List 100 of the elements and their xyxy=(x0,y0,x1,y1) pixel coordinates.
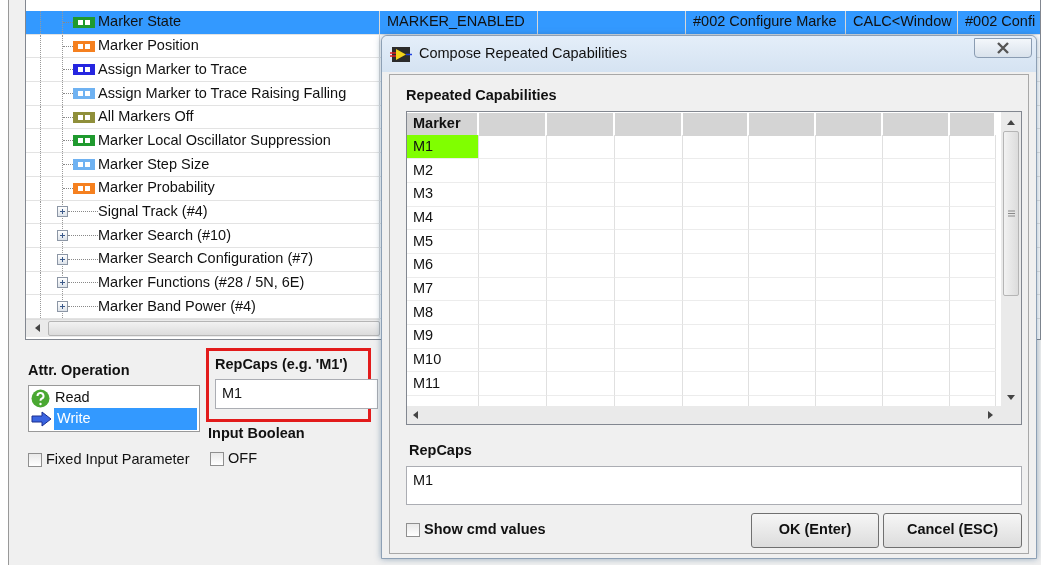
tree-row[interactable]: Signal Track (#4) xyxy=(26,200,380,224)
grid-cell[interactable]: M3 xyxy=(407,182,479,207)
grid-cell[interactable] xyxy=(479,230,547,254)
grid-cell[interactable] xyxy=(950,182,996,207)
grid-cell[interactable] xyxy=(883,348,950,373)
grid-cell[interactable] xyxy=(950,277,996,302)
grid-cell[interactable] xyxy=(950,159,996,183)
grid-cell[interactable]: M6 xyxy=(407,253,479,278)
grid-cell[interactable] xyxy=(615,324,683,349)
scroll-thumb[interactable] xyxy=(1003,130,1019,296)
grid-cell[interactable] xyxy=(883,159,950,183)
close-icon[interactable] xyxy=(996,42,1010,54)
grid-cell[interactable] xyxy=(749,159,816,183)
grid-cell[interactable] xyxy=(816,348,883,373)
grid-cell[interactable] xyxy=(950,230,996,254)
grid-cell[interactable] xyxy=(479,348,547,373)
grid-cell[interactable] xyxy=(749,301,816,325)
grid-cell[interactable] xyxy=(816,253,883,278)
grid-cell[interactable] xyxy=(547,135,615,160)
grid-cell[interactable] xyxy=(883,135,950,160)
tree-row[interactable]: Marker Functions (#28 / 5N, 6E) xyxy=(26,271,380,295)
grid-cell[interactable] xyxy=(683,301,749,325)
checkbox[interactable] xyxy=(210,452,224,467)
tree-row[interactable]: Assign Marker to Trace xyxy=(26,58,380,82)
grid-cell[interactable] xyxy=(883,206,950,231)
close-button[interactable] xyxy=(974,38,1032,58)
grid-cell[interactable] xyxy=(883,324,950,349)
grid-cell[interactable] xyxy=(479,206,547,231)
grid-cell[interactable] xyxy=(547,182,615,207)
scroll-right-icon[interactable] xyxy=(988,410,993,419)
grid-cell[interactable] xyxy=(816,324,883,349)
grid-cell[interactable] xyxy=(547,230,615,254)
grid-cell[interactable] xyxy=(950,372,996,396)
grid-cell[interactable] xyxy=(615,372,683,396)
grid-cell[interactable] xyxy=(479,277,547,302)
grid-cell[interactable] xyxy=(683,135,749,160)
grid-cell[interactable] xyxy=(479,253,547,278)
vertical-scrollbar[interactable] xyxy=(1001,111,1021,406)
scroll-up-icon[interactable] xyxy=(1007,119,1015,125)
expand-icon[interactable] xyxy=(57,277,68,289)
grid-cell[interactable] xyxy=(950,301,996,325)
grid-cell[interactable] xyxy=(479,301,547,325)
list-item[interactable]: Read xyxy=(52,387,197,410)
grid-cell[interactable] xyxy=(883,253,950,278)
grid-cell[interactable] xyxy=(479,159,547,183)
horizontal-scrollbar[interactable] xyxy=(407,405,1021,424)
grid-cell[interactable] xyxy=(547,348,615,373)
tree-row[interactable]: Marker Position xyxy=(26,34,380,58)
grid-cell[interactable] xyxy=(883,301,950,325)
scroll-left-icon[interactable] xyxy=(413,410,418,419)
scroll-left-icon[interactable] xyxy=(34,324,40,333)
grid-cell[interactable] xyxy=(749,230,816,254)
grid-cell[interactable] xyxy=(683,253,749,278)
grid-cell[interactable] xyxy=(615,253,683,278)
grid-cell[interactable] xyxy=(547,253,615,278)
grid-cell[interactable] xyxy=(615,348,683,373)
tree-row[interactable]: Marker Search Configuration (#7) xyxy=(26,247,380,271)
grid-cell[interactable] xyxy=(816,182,883,207)
grid-cell[interactable] xyxy=(547,159,615,183)
grid-cell[interactable] xyxy=(749,348,816,373)
grid-cell[interactable] xyxy=(816,135,883,160)
grid-cell[interactable] xyxy=(479,324,547,349)
grid-cell[interactable] xyxy=(615,182,683,207)
tree-row[interactable]: All Markers Off xyxy=(26,105,380,129)
checkbox[interactable] xyxy=(406,523,420,537)
grid-cell[interactable] xyxy=(950,324,996,349)
tree-row[interactable]: Marker Search (#10) xyxy=(26,224,380,247)
grid-cell[interactable] xyxy=(615,159,683,183)
scroll-down-icon[interactable] xyxy=(1007,394,1015,400)
grid-cell[interactable] xyxy=(950,253,996,278)
grid-cell[interactable] xyxy=(749,182,816,207)
grid-cell[interactable]: M9 xyxy=(407,324,479,349)
grid-cell[interactable]: M8 xyxy=(407,301,479,325)
grid-cell[interactable] xyxy=(749,372,816,396)
grid-cell[interactable] xyxy=(749,135,816,160)
grid-cell[interactable] xyxy=(615,135,683,160)
grid-cell[interactable] xyxy=(883,372,950,396)
cancel-button[interactable]: Cancel (ESC) xyxy=(883,512,1022,548)
grid-cell[interactable] xyxy=(749,206,816,231)
grid-cell[interactable] xyxy=(816,372,883,396)
operation-list[interactable]: Read Write xyxy=(28,384,200,432)
grid-cell[interactable] xyxy=(479,135,547,160)
grid-cell[interactable] xyxy=(683,206,749,231)
grid-cell[interactable]: M1 xyxy=(407,135,479,160)
tree-row[interactable]: Marker Step Size xyxy=(26,153,380,176)
grid-cell[interactable] xyxy=(547,324,615,349)
repcaps-field[interactable]: M1 xyxy=(215,378,378,409)
grid-cell[interactable] xyxy=(547,206,615,231)
grid-cell[interactable]: M7 xyxy=(407,277,479,302)
grid-cell[interactable] xyxy=(615,301,683,325)
grid-cell[interactable] xyxy=(816,159,883,183)
repcaps-field[interactable]: M1 xyxy=(406,465,1022,505)
grid-cell[interactable] xyxy=(683,324,749,349)
expand-icon[interactable] xyxy=(57,301,68,313)
grid-cell[interactable] xyxy=(479,182,547,207)
grid-cell[interactable]: M11 xyxy=(407,372,479,396)
checkbox[interactable] xyxy=(28,452,42,467)
grid-cell[interactable] xyxy=(547,277,615,302)
grid-cell[interactable] xyxy=(749,277,816,302)
grid-cell[interactable] xyxy=(547,372,615,396)
